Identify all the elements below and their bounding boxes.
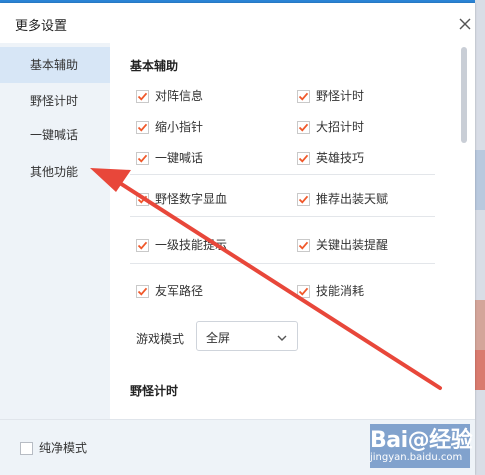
close-icon[interactable] [457,16,473,32]
checkbox-label: 大招计时 [316,120,365,134]
checkbox-option[interactable]: 关键出装提醒 [297,237,388,253]
checkbox-option[interactable]: 野怪计时 [297,88,364,104]
section-divider [130,174,435,175]
checkbox-option[interactable]: 大招计时 [297,119,364,135]
settings-sidebar: 基本辅助 野怪计时 一键喊话 其他功能 [0,43,110,419]
checkbox-checked-icon [136,89,149,103]
checkbox-checked-icon [136,151,149,165]
pure-mode-checkbox[interactable]: 纯净模式 [20,440,87,456]
checkbox-checked-icon [136,284,149,298]
checkbox-option[interactable]: 对阵信息 [136,88,203,104]
checkbox-checked-icon [297,192,310,206]
checkbox-checked-icon [297,151,310,165]
checkbox-checked-icon [297,89,310,103]
checkbox-option[interactable]: 推荐出装天赋 [297,191,388,207]
checkbox-label: 野怪数字显血 [155,192,228,206]
checkbox-checked-icon [136,192,149,206]
sidebar-item-other-features[interactable]: 其他功能 [0,154,110,190]
sidebar-item-basic-assist[interactable]: 基本辅助 [0,47,110,83]
watermark-sub-text: jingyan.baidu.com [370,452,463,463]
checkbox-label: 英雄技巧 [316,151,365,165]
checkbox-option[interactable]: 野怪数字显血 [136,191,227,207]
checkbox-option[interactable]: 英雄技巧 [297,150,364,166]
section-divider [130,263,435,264]
content-scrollbar[interactable] [461,47,467,143]
checkbox-unchecked-icon [20,441,33,455]
pure-mode-label: 纯净模式 [39,441,88,455]
section-divider [130,216,435,217]
checkbox-option[interactable]: 缩小指针 [136,119,203,135]
game-mode-value: 全屏 [206,331,231,345]
checkbox-option[interactable]: 技能消耗 [297,283,364,299]
background-thumbnail [475,300,485,350]
checkbox-option[interactable]: 友军路径 [136,283,203,299]
game-mode-select[interactable]: 全屏 [196,321,298,351]
background-thumbnail [475,150,485,210]
dialog-title: 更多设置 [15,19,68,34]
settings-content: 基本辅助 对阵信息 野怪计时 缩小指针 大招计时 一键喊话 英雄技巧 野怪数字显… [110,43,475,419]
checkbox-label: 对阵信息 [155,89,204,103]
watermark-logo: Bai@经验 jingyan.baidu.com [370,422,473,472]
section-title-jungle-timer: 野怪计时 [130,384,179,398]
checkbox-label: 推荐出装天赋 [316,192,389,206]
sidebar-item-quick-chat[interactable]: 一键喊话 [0,117,110,153]
settings-dialog: 更多设置 基本辅助 野怪计时 一键喊话 其他功能 基本辅助 对阵信息 野怪计时 … [0,3,475,475]
chevron-down-icon [277,331,287,345]
checkbox-label: 缩小指针 [155,120,204,134]
checkbox-label: 野怪计时 [316,89,365,103]
checkbox-label: 一级技能提示 [155,238,228,252]
background-thumbnail [475,350,485,390]
background-window-edge [475,0,485,475]
checkbox-checked-icon [136,120,149,134]
checkbox-label: 友军路径 [155,284,204,298]
checkbox-checked-icon [136,238,149,252]
section-title-basic-assist: 基本辅助 [130,59,179,73]
checkbox-label: 一键喊话 [155,151,204,165]
checkbox-option[interactable]: 一级技能提示 [136,237,227,253]
checkbox-option[interactable]: 一键喊话 [136,150,203,166]
checkbox-checked-icon [297,238,310,252]
checkbox-label: 关键出装提醒 [316,238,389,252]
checkbox-checked-icon [297,284,310,298]
checkbox-checked-icon [297,120,310,134]
watermark-main-text: Bai@经验 [370,428,473,453]
checkbox-label: 技能消耗 [316,284,365,298]
sidebar-item-jungle-timer[interactable]: 野怪计时 [0,83,110,119]
game-mode-label: 游戏模式 [136,332,185,346]
